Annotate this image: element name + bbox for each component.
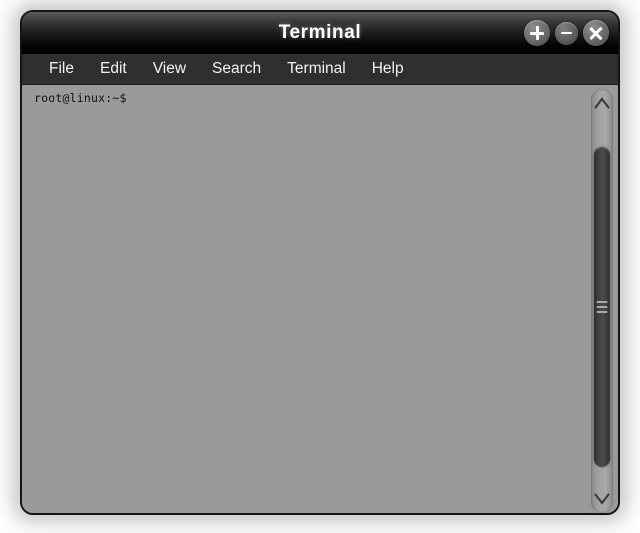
menu-item-edit[interactable]: Edit (87, 58, 140, 81)
menubar: File Edit View Search Terminal Help (22, 54, 618, 85)
terminal-prompt-line: root@linux:~$ (34, 91, 127, 105)
terminal-window: Terminal File Edit View Search Terminal … (20, 10, 620, 515)
scroll-down-button[interactable] (591, 485, 613, 513)
vertical-scrollbar[interactable] (588, 85, 618, 513)
menu-item-terminal[interactable]: Terminal (274, 58, 359, 81)
menu-item-help[interactable]: Help (359, 58, 417, 81)
minimize-button[interactable] (555, 21, 578, 45)
terminal-pane: root@linux:~$ (22, 85, 588, 513)
window-controls (524, 12, 609, 54)
vertical-thumb-area[interactable] (591, 117, 613, 485)
window-body: root@linux:~$ (22, 85, 618, 513)
maximize-button[interactable] (524, 20, 550, 46)
menu-item-view[interactable]: View (140, 58, 199, 81)
minus-icon (560, 31, 573, 35)
scroll-up-button[interactable] (591, 89, 613, 117)
plus-icon-vertical (535, 25, 539, 41)
menu-item-file[interactable]: File (36, 58, 87, 81)
window-title: Terminal (278, 22, 362, 43)
screenshot-root: Terminal File Edit View Search Terminal … (0, 0, 640, 533)
close-button[interactable] (583, 20, 609, 46)
menu-item-search[interactable]: Search (199, 58, 274, 81)
vertical-scrollbar-thumb[interactable] (594, 147, 610, 467)
vertical-scrollbar-track[interactable] (591, 89, 613, 513)
terminal-screen[interactable]: root@linux:~$ (22, 85, 588, 513)
titlebar[interactable]: Terminal (22, 12, 618, 54)
grip-lines-icon (596, 301, 608, 313)
